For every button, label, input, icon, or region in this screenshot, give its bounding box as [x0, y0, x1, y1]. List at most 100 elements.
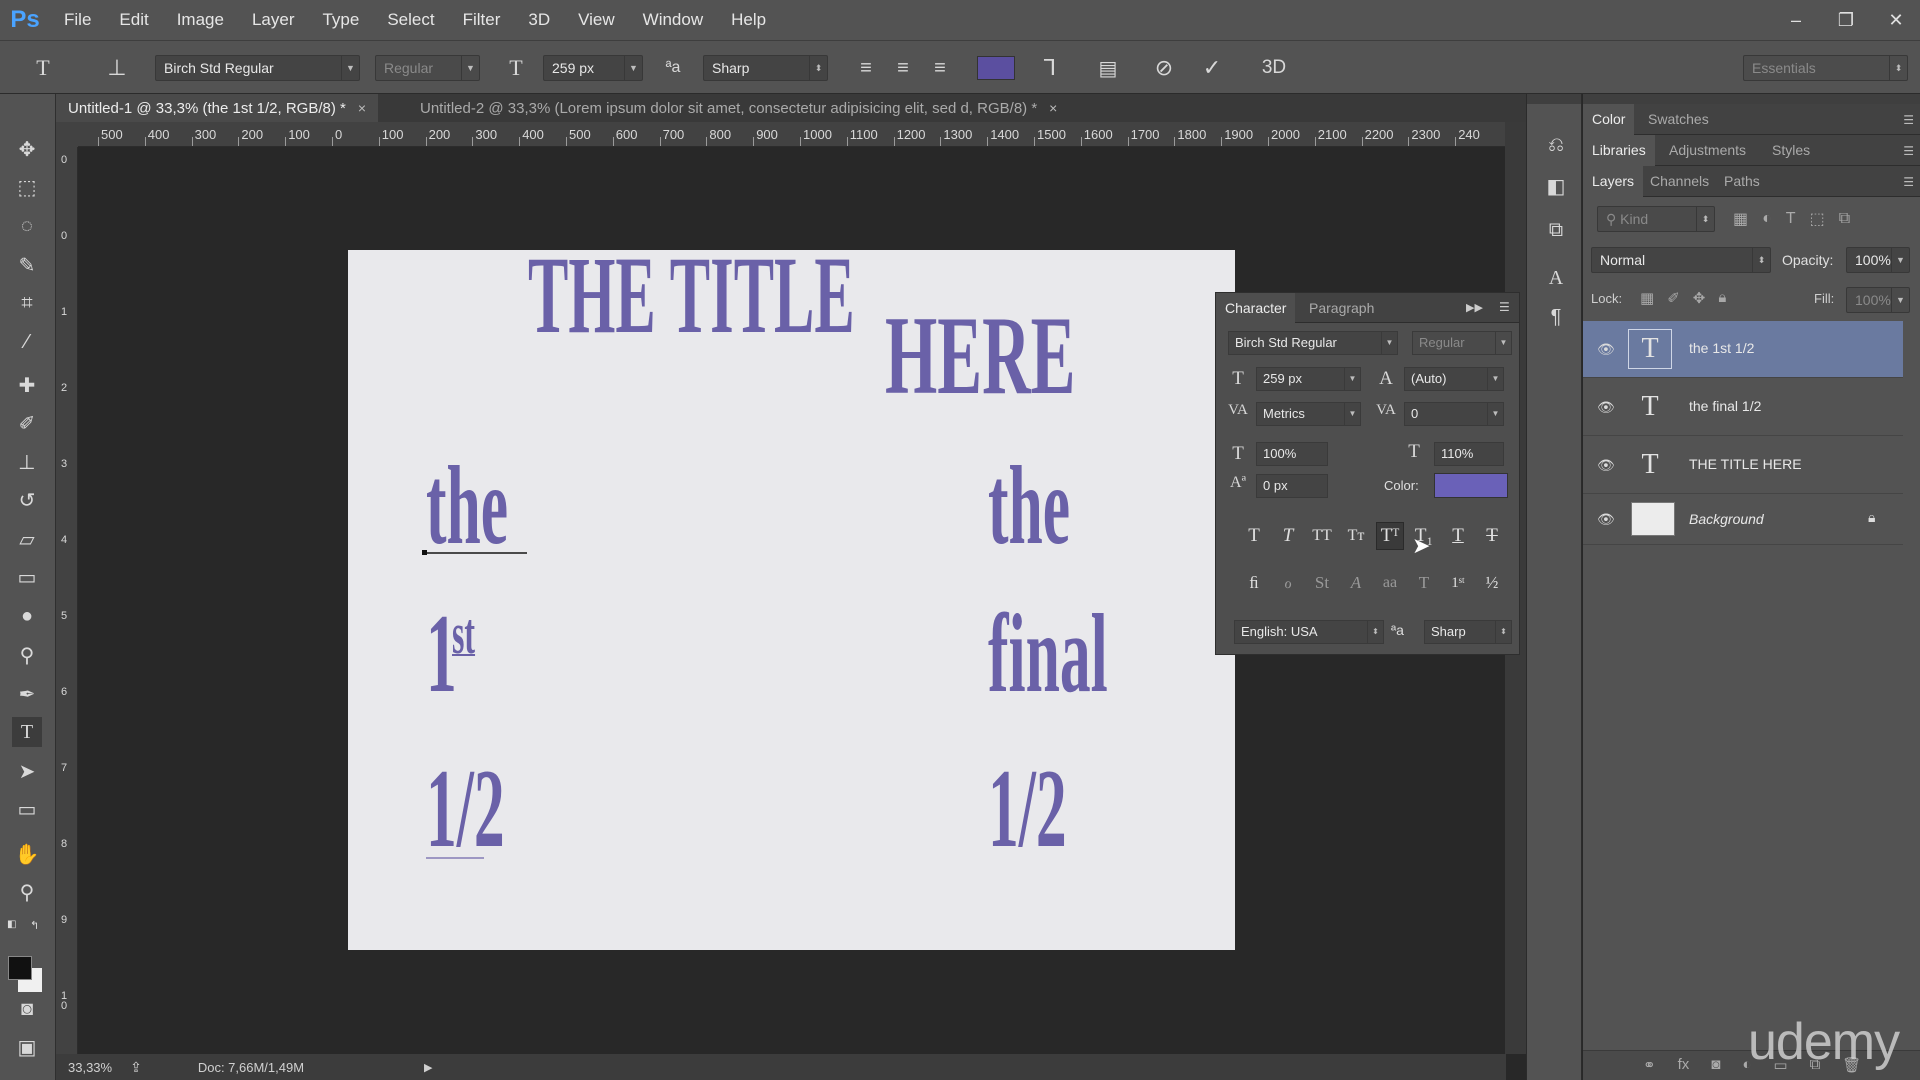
- lock-transparent-icon[interactable]: ▦: [1640, 289, 1654, 307]
- char-kerning-field[interactable]: Metrics ▼: [1256, 402, 1361, 426]
- close-window-button[interactable]: ✕: [1882, 6, 1910, 34]
- smart-object-filter-icon[interactable]: ⧉: [1839, 210, 1850, 228]
- shape-filter-icon[interactable]: ⬚: [1810, 209, 1825, 229]
- gradient-tool-icon[interactable]: ▭: [12, 562, 42, 592]
- char-leading-field[interactable]: (Auto) ▼: [1404, 367, 1504, 391]
- tab-untitled-2[interactable]: Untitled-2 @ 33,3% (Lorem ipsum dolor si…: [408, 94, 1069, 122]
- char-hscale-field[interactable]: 110%: [1434, 442, 1504, 466]
- tab-layers[interactable]: Layers: [1583, 166, 1644, 197]
- move-tool-icon[interactable]: ✥: [12, 134, 42, 164]
- blend-mode-select[interactable]: Normal ⬍: [1591, 247, 1771, 273]
- layer-row-the-1st[interactable]: 👁︎ T the 1st 1/2: [1583, 321, 1903, 378]
- quick-select-tool-icon[interactable]: ✎: [12, 250, 42, 280]
- ornaments-button[interactable]: T: [1410, 569, 1438, 597]
- small-caps-button[interactable]: Tт: [1342, 522, 1370, 550]
- menu-filter[interactable]: Filter: [449, 0, 515, 40]
- ordinals-button[interactable]: 1ˢᵗ: [1444, 569, 1472, 597]
- tab-paths[interactable]: Paths: [1715, 166, 1769, 197]
- visibility-eye-icon[interactable]: 👁︎: [1597, 511, 1615, 528]
- status-menu-arrow-icon[interactable]: ▶: [424, 1061, 432, 1074]
- swap-colors-icon[interactable]: ↰: [30, 919, 44, 932]
- fill-field[interactable]: 100% ▼: [1846, 287, 1910, 313]
- menu-3d[interactable]: 3D: [514, 0, 564, 40]
- font-style-select[interactable]: Regular ▼: [375, 55, 480, 81]
- workspace-select[interactable]: Essentials ⬍: [1743, 55, 1908, 81]
- type-filter-icon[interactable]: T: [1786, 210, 1796, 228]
- marquee-tool-icon[interactable]: ⬚: [12, 172, 42, 202]
- pixel-filter-icon[interactable]: ▦: [1733, 209, 1748, 229]
- zoom-tool-icon[interactable]: ⚲: [12, 877, 42, 907]
- healing-brush-tool-icon[interactable]: ✚: [12, 370, 42, 400]
- properties-icon[interactable]: ◧: [1541, 171, 1571, 201]
- menu-layer[interactable]: Layer: [238, 0, 309, 40]
- tab-color[interactable]: Color: [1583, 104, 1635, 135]
- type-tool-icon[interactable]: T: [12, 717, 42, 747]
- menu-image[interactable]: Image: [163, 0, 238, 40]
- char-font-style-select[interactable]: Regular ▼: [1412, 331, 1512, 355]
- type-tool-preset-icon[interactable]: T: [28, 53, 58, 83]
- hand-tool-icon[interactable]: ✋: [12, 839, 42, 869]
- lock-pixels-icon[interactable]: ✐: [1667, 289, 1680, 307]
- menu-file[interactable]: File: [50, 0, 105, 40]
- brush-tool-icon[interactable]: ✐: [12, 408, 42, 438]
- crop-tool-icon[interactable]: ⌗: [12, 288, 42, 318]
- visibility-eye-icon[interactable]: 👁︎: [1597, 457, 1615, 474]
- layer-row-background[interactable]: 👁︎ Background 🔒︎: [1583, 495, 1903, 545]
- layer-kind-filter[interactable]: ⚲ Kind ⬍: [1597, 206, 1715, 232]
- language-select[interactable]: English: USA ⬍: [1234, 620, 1384, 644]
- font-family-select[interactable]: Birch Std Regular ▼: [155, 55, 360, 81]
- screen-mode-icon[interactable]: ▣: [12, 1032, 42, 1062]
- faux-italic-button[interactable]: T: [1274, 522, 1302, 550]
- visibility-eye-icon[interactable]: 👁︎: [1597, 399, 1615, 416]
- export-icon[interactable]: ⇪: [130, 1059, 142, 1076]
- layer-row-title[interactable]: 👁︎ T THE TITLE HERE: [1583, 437, 1903, 494]
- link-layers-icon[interactable]: ⚭: [1643, 1056, 1656, 1074]
- panel-menu-icon[interactable]: ☰: [1903, 175, 1914, 189]
- text-orientation-icon[interactable]: ⊥: [102, 53, 132, 83]
- char-size-field[interactable]: 259 px ▼: [1256, 367, 1361, 391]
- panel-menu-icon[interactable]: ☰: [1903, 113, 1914, 127]
- tab-adjustments[interactable]: Adjustments: [1660, 135, 1755, 166]
- font-size-select[interactable]: 259 px ▼: [543, 55, 643, 81]
- swash-button[interactable]: St: [1308, 569, 1336, 597]
- add-mask-icon[interactable]: ◙: [1711, 1056, 1720, 1074]
- panel-menu-icon[interactable]: ☰: [1903, 144, 1914, 158]
- adjustment-filter-icon[interactable]: ◐: [1762, 210, 1772, 228]
- align-right-icon[interactable]: ≡: [925, 53, 955, 83]
- character-panel-toggle-icon[interactable]: ▤: [1093, 53, 1123, 83]
- brush-presets-icon[interactable]: ⧉: [1541, 215, 1571, 245]
- superscript-button[interactable]: Tᵀ: [1376, 522, 1404, 550]
- menu-view[interactable]: View: [564, 0, 629, 40]
- align-center-icon[interactable]: ≡: [888, 53, 918, 83]
- tab-untitled-1[interactable]: Untitled-1 @ 33,3% (the 1st 1/2, RGB/8) …: [56, 94, 379, 122]
- lock-all-icon[interactable]: 🔒︎: [1718, 289, 1726, 307]
- pen-tool-icon[interactable]: ✒: [12, 679, 42, 709]
- fractions-button[interactable]: ½: [1478, 569, 1506, 597]
- menu-type[interactable]: Type: [308, 0, 373, 40]
- close-tab-icon[interactable]: ×: [1049, 100, 1057, 116]
- close-tab-icon[interactable]: ×: [358, 100, 366, 116]
- antialias-select[interactable]: Sharp ⬍: [703, 55, 828, 81]
- visibility-eye-icon[interactable]: 👁︎: [1597, 341, 1615, 358]
- blur-tool-icon[interactable]: ●: [12, 601, 42, 631]
- collapse-icon[interactable]: ▶▶: [1466, 301, 1483, 314]
- eyedropper-tool-icon[interactable]: ⁄: [12, 327, 42, 357]
- tab-character[interactable]: Character: [1216, 293, 1296, 323]
- menu-select[interactable]: Select: [373, 0, 448, 40]
- old-style-button[interactable]: ℴ: [1274, 569, 1302, 597]
- history-icon[interactable]: ⎌: [1541, 130, 1571, 160]
- tab-styles[interactable]: Styles: [1763, 135, 1819, 166]
- menu-edit[interactable]: Edit: [105, 0, 162, 40]
- quick-mask-icon[interactable]: ◙: [12, 994, 42, 1024]
- char-color-swatch[interactable]: [1434, 473, 1508, 498]
- all-caps-button[interactable]: TT: [1308, 522, 1336, 550]
- zoom-level[interactable]: 33,33%: [68, 1060, 112, 1075]
- underline-button[interactable]: T: [1444, 522, 1472, 550]
- fx-icon[interactable]: fx: [1678, 1056, 1690, 1074]
- history-brush-tool-icon[interactable]: ↺: [12, 485, 42, 515]
- strikethrough-button[interactable]: T: [1478, 522, 1506, 550]
- menu-help[interactable]: Help: [717, 0, 780, 40]
- menu-window[interactable]: Window: [629, 0, 717, 40]
- lasso-tool-icon[interactable]: ◌: [12, 211, 42, 241]
- ligature-button[interactable]: ﬁ: [1240, 569, 1268, 597]
